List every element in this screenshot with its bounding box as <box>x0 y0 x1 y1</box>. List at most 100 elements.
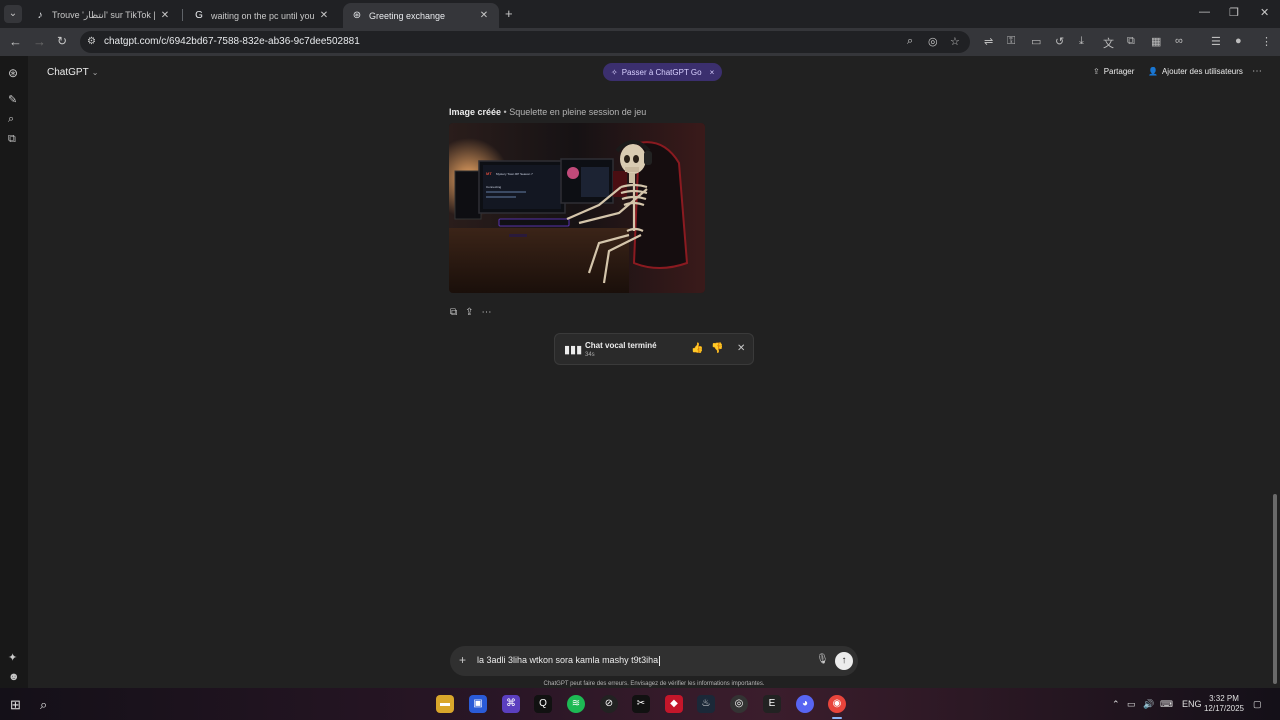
microphone-icon[interactable]: 🎙 <box>816 654 829 665</box>
search-app-icon[interactable]: Q <box>534 695 552 713</box>
add-attachment-icon[interactable]: + <box>459 653 466 667</box>
close-tab-icon[interactable]: ✕ <box>158 10 172 21</box>
store-icon[interactable]: ▣ <box>469 695 487 713</box>
close-window-icon[interactable]: ✕ <box>1260 6 1269 19</box>
media-app-icon[interactable]: ◆ <box>665 695 683 713</box>
image-actions: ⧉ ⇪ ⋯ <box>450 307 492 318</box>
browser-toolbar: ← → ↻ ⚙ chatgpt.com/c/6942bd67-7588-832e… <box>0 28 1280 56</box>
back-icon[interactable]: ← <box>9 34 22 49</box>
language-indicator[interactable]: ENG <box>1182 699 1202 709</box>
zoom-icon[interactable]: ⌕ <box>907 35 913 48</box>
sparkle-icon: ✧ <box>611 67 618 77</box>
close-tab-icon[interactable]: ✕ <box>317 10 331 21</box>
search-chats-icon[interactable]: ⌕ <box>8 113 14 126</box>
keyboard-icon[interactable]: ⌨ <box>1160 699 1173 710</box>
volume-icon[interactable]: 🔊 <box>1143 699 1154 710</box>
tab-title: waiting on the pc until you be a <box>211 10 317 21</box>
upgrade-pill[interactable]: ✧ Passer à ChatGPT Go × <box>603 63 723 81</box>
tiktok-icon: ♪ <box>37 9 43 21</box>
user-avatar-icon[interactable]: ☻ <box>8 671 20 683</box>
tab-tiktok[interactable]: ♪ Trouve 'انتظار' sur TikTok | Reche ✕ <box>26 3 180 28</box>
steam-icon[interactable]: ♨ <box>697 695 715 713</box>
sidebar-rail: ⊛ ✎ ⌕ ⧉ ✦ ☻ <box>0 56 28 688</box>
gamepad-icon[interactable]: ⌘ <box>502 695 520 713</box>
scrollbar[interactable] <box>1272 60 1278 684</box>
network-icon[interactable]: ▭ <box>1127 699 1136 710</box>
add-users-button[interactable]: 👤 Ajouter des utilisateurs <box>1148 67 1243 76</box>
share-icon[interactable]: ⇪ <box>465 307 473 318</box>
chrome-icon[interactable]: ◉ <box>828 695 846 713</box>
password-key-icon[interactable]: ⚿ <box>1007 35 1015 48</box>
chevron-down-icon: ⌄ <box>91 68 99 77</box>
new-tab-icon[interactable]: + <box>505 6 513 21</box>
search-icon[interactable]: ⌕ <box>40 697 47 713</box>
download-icon[interactable]: ⤓ <box>1079 35 1084 48</box>
spotify-icon[interactable]: ≋ <box>567 695 585 713</box>
translate-icon[interactable]: 文 <box>1103 35 1114 51</box>
close-icon[interactable]: ✕ <box>737 343 745 354</box>
model-label: ChatGPT <box>47 67 89 78</box>
bookmark-star-icon[interactable]: ☆ <box>950 35 960 48</box>
disclaimer-text: ChatGPT peut faire des erreurs. Envisage… <box>543 681 765 687</box>
message-input-text: la 3adli 3liha wtkon sora kamla mashy t9… <box>477 655 659 665</box>
close-tab-icon[interactable]: ✕ <box>477 10 491 21</box>
message-composer[interactable]: + la 3adli 3liha wtkon sora kamla mashy … <box>450 646 858 676</box>
text-caret <box>659 655 661 666</box>
site-info-icon[interactable]: ⚙ <box>87 36 96 47</box>
payment-card-icon[interactable]: ▭ <box>1031 35 1041 48</box>
screenshot-icon[interactable]: ⧉ <box>1127 35 1135 48</box>
generated-image[interactable]: MT Mystery Town RP Season 7 Connecting <box>449 123 705 293</box>
send-button[interactable]: ↑ <box>835 652 853 670</box>
tray-chevron-icon[interactable]: ⌃ <box>1112 699 1120 710</box>
system-clock[interactable]: 3:32 PM 12/17/2025 <box>1200 694 1248 714</box>
obs-icon[interactable]: ◎ <box>730 695 748 713</box>
minimize-icon[interactable]: — <box>1199 6 1210 18</box>
monitor-sub-text: Connecting <box>486 185 502 189</box>
copy-icon[interactable]: ⧉ <box>450 307 457 318</box>
apps-grid-icon[interactable]: ▦ <box>1151 35 1161 48</box>
model-selector[interactable]: ChatGPT ⌄ <box>47 67 98 78</box>
eye-off-icon[interactable]: ◎ <box>928 35 938 48</box>
audio-wave-icon: ▮▮▮ <box>564 344 583 356</box>
scrollbar-thumb[interactable] <box>1273 494 1277 684</box>
tab-greeting-exchange[interactable]: ⊛ Greeting exchange ✕ <box>343 3 499 28</box>
google-icon: G <box>195 9 203 21</box>
clock-time: 3:32 PM <box>1209 694 1239 703</box>
capcut-icon[interactable]: ✂ <box>632 695 650 713</box>
share-button[interactable]: ⇪ Partager <box>1093 67 1134 76</box>
share-icon: ⇪ <box>1093 67 1100 76</box>
reading-list-icon[interactable]: ☰ <box>1211 35 1221 48</box>
notifications-icon[interactable]: ▢ <box>1253 699 1262 710</box>
chatgpt-app: ⊛ ✎ ⌕ ⧉ ✦ ☻ ChatGPT ⌄ ✧ Passer à ChatGPT … <box>0 56 1280 688</box>
thumbs-down-icon[interactable]: 👎 <box>711 343 723 354</box>
history-icon[interactable]: ↺ <box>1055 35 1064 48</box>
file-explorer-icon[interactable]: ▬ <box>436 695 454 713</box>
profile-avatar-icon[interactable]: ● <box>1235 35 1242 47</box>
steelseries-icon[interactable]: ⊘ <box>600 695 618 713</box>
voice-card-duration: 34s <box>585 352 595 358</box>
thumbs-up-icon[interactable]: 👍 <box>691 343 703 354</box>
more-options-icon[interactable]: ⋯ <box>482 307 492 318</box>
close-icon[interactable]: × <box>710 68 715 77</box>
voice-chat-ended-card: ▮▮▮ Chat vocal terminé 34s 👍 👎 ✕ <box>554 333 754 365</box>
more-options-icon[interactable]: ⋯ <box>1252 66 1262 77</box>
sparkle-icon[interactable]: ✦ <box>8 651 17 664</box>
clock-date: 12/17/2025 <box>1203 704 1245 713</box>
library-icon[interactable]: ⧉ <box>8 133 16 146</box>
message-input[interactable]: la 3adli 3liha wtkon sora kamla mashy t9… <box>477 655 661 666</box>
openai-logo-icon[interactable]: ⊛ <box>8 66 18 80</box>
tab-google-search[interactable]: G waiting on the pc until you be a ✕ <box>185 3 339 28</box>
discord-icon[interactable]: ◕ <box>796 695 814 713</box>
extension-icon[interactable]: ⇌ <box>984 35 993 48</box>
windows-taskbar: ⊞ ⌕ ▬ ▣ ⌘ Q ≋ ⊘ ✂ ◆ ♨ ◎ E ◕ ◉ ⌃ ▭ 🔊 ⌨ EN… <box>0 688 1280 720</box>
epic-games-icon[interactable]: E <box>763 695 781 713</box>
reload-icon[interactable]: ↻ <box>57 34 67 48</box>
tab-search-icon[interactable]: ⌄ <box>4 5 22 23</box>
link-icon[interactable]: ∞ <box>1175 35 1183 47</box>
address-bar[interactable]: ⚙ chatgpt.com/c/6942bd67-7588-832e-ab36-… <box>80 31 970 53</box>
new-chat-icon[interactable]: ✎ <box>8 93 17 106</box>
forward-icon[interactable]: → <box>33 34 46 49</box>
windows-start-icon[interactable]: ⊞ <box>10 697 21 713</box>
browser-menu-icon[interactable]: ⋮ <box>1261 35 1272 48</box>
restore-icon[interactable]: ❐ <box>1229 6 1239 19</box>
